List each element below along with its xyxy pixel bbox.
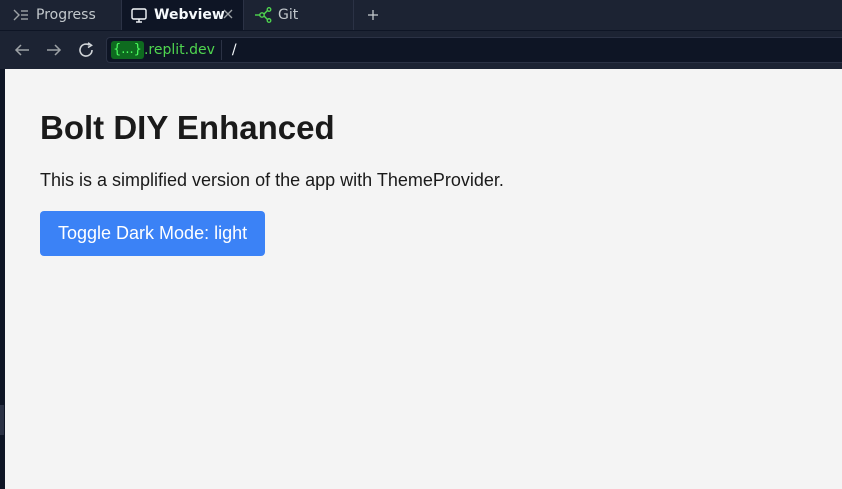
tab-webview[interactable]: Webview	[122, 0, 244, 30]
add-tab-button[interactable]	[354, 0, 392, 30]
tab-label: Git	[278, 7, 299, 23]
tab-git[interactable]: Git	[244, 0, 354, 30]
panel-edge	[0, 405, 4, 435]
progress-icon	[12, 6, 30, 24]
page-title: Bolt DIY Enhanced	[40, 109, 335, 146]
host-chip[interactable]: {...} .replit.dev	[111, 40, 222, 60]
page-description: This is a simplified version of the app …	[40, 170, 504, 190]
host-badge: {...}	[111, 41, 144, 59]
host-domain: .replit.dev	[143, 42, 215, 58]
tab-label: Progress	[36, 7, 96, 23]
monitor-icon	[130, 6, 148, 24]
arrow-left-icon	[14, 44, 29, 56]
toggle-dark-mode-button[interactable]: Toggle Dark Mode: light	[40, 211, 266, 256]
back-button[interactable]	[6, 34, 38, 66]
tab-progress[interactable]: Progress	[0, 0, 122, 30]
git-icon	[254, 6, 272, 24]
close-icon[interactable]	[221, 7, 235, 21]
webview-content: Bolt DIY Enhanced This is a simplified v…	[5, 69, 842, 489]
arrow-right-icon	[47, 44, 62, 56]
tab-bar: Progress Webview Git	[0, 0, 842, 30]
tab-label: Webview	[154, 7, 225, 23]
address-field[interactable]: {...} .replit.dev /	[106, 37, 842, 63]
plus-icon	[368, 10, 378, 20]
reload-icon	[79, 42, 93, 57]
forward-button[interactable]	[38, 34, 70, 66]
reload-button[interactable]	[70, 34, 102, 66]
url-bar: {...} .replit.dev /	[0, 31, 842, 69]
url-path[interactable]: /	[232, 42, 237, 58]
